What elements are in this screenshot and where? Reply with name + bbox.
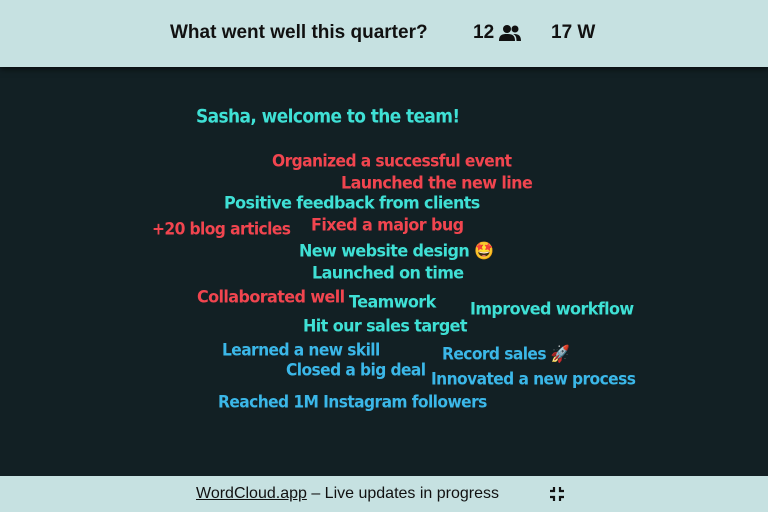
cloud-word: Innovated a new process [431, 369, 636, 389]
cloud-word: Reached 1M Instagram followers [218, 392, 487, 412]
cloud-word: New website design 🤩 [299, 240, 494, 261]
cloud-word: Launched the new line [341, 172, 533, 193]
participant-count-value: 12 [473, 22, 495, 43]
collapse-icon[interactable] [549, 486, 565, 502]
cloud-word: Improved workflow [470, 298, 634, 319]
cloud-word: Positive feedback from clients [224, 192, 480, 213]
cloud-word: Learned a new skill [222, 340, 380, 360]
cloud-word: Fixed a major bug [311, 214, 464, 235]
cloud-word: +20 blog articles [152, 219, 291, 239]
cloud-word: Sasha, welcome to the team! [196, 106, 460, 128]
live-status: – Live updates in progress [306, 485, 500, 502]
wordcloud-link[interactable]: WordCloud.app [196, 485, 307, 502]
cloud-word: Hit our sales target [303, 315, 468, 336]
header: What went well this quarter? 12 17 W [0, 0, 768, 67]
cloud-word: Teamwork [349, 291, 436, 312]
cloud-word: Record sales 🚀 [442, 344, 570, 364]
cloud-word: Closed a big deal [286, 360, 426, 380]
cloud-word: Launched on time [312, 262, 464, 283]
cloud-word: Organized a successful event [272, 151, 512, 171]
cloud-word: Collaborated well [197, 286, 345, 307]
question-title: What went well this quarter? [170, 22, 428, 43]
word-cloud: Sasha, welcome to the team! Organized a … [0, 67, 768, 476]
word-count: 17 W [551, 22, 596, 43]
footer-text: WordCloud.app – Live updates in progress [196, 485, 499, 503]
footer: WordCloud.app – Live updates in progress [0, 476, 768, 512]
participant-count: 12 [473, 22, 522, 44]
users-icon [499, 25, 522, 41]
